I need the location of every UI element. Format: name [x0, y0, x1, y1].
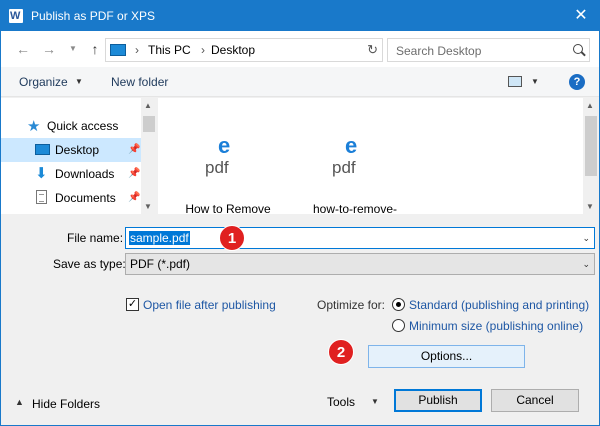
sidebar-item-label: Downloads	[55, 167, 115, 181]
scrollbar-thumb[interactable]	[585, 116, 597, 176]
refresh-icon[interactable]: ↻	[367, 42, 378, 58]
new-folder-button[interactable]: New folder	[111, 75, 168, 89]
file-name-value[interactable]: sample.pdf	[129, 231, 190, 245]
publish-dialog: W Publish as PDF or XPS ✕ ← → ▼ ↑ › This…	[0, 0, 600, 426]
annotation-badge-2: 2	[328, 339, 354, 365]
documents-icon	[36, 190, 47, 204]
word-app-icon: W	[9, 9, 23, 23]
sidebar-item-label: Quick access	[47, 119, 119, 133]
file-name-label: How to Remove	[185, 202, 271, 216]
file-list: e pdf How to Remove e pdf how-to-remove-…	[158, 98, 599, 217]
command-toolbar: Organize ▼ New folder ▼ ?	[1, 67, 599, 97]
star-icon: ★	[27, 118, 41, 135]
pdf-icon-text: pdf	[332, 158, 356, 177]
scroll-up-icon[interactable]: ▲	[586, 101, 594, 110]
download-icon: ⬇	[35, 165, 48, 182]
address-row: ← → ▼ ↑ › This PC › Desktop ▼ ↻ Search D…	[1, 31, 599, 67]
save-type-value: PDF (*.pdf)	[130, 257, 191, 271]
chevron-down-icon[interactable]: ▼	[531, 77, 539, 86]
annotation-badge-1: 1	[219, 225, 245, 251]
desktop-icon	[35, 144, 50, 155]
sidebar-item-documents[interactable]: Documents 📌	[1, 186, 141, 210]
search-icon	[573, 44, 583, 54]
breadcrumb-desktop[interactable]: Desktop	[211, 43, 255, 57]
pdf-file-icon: e pdf	[205, 134, 243, 182]
scroll-up-icon[interactable]: ▲	[144, 101, 152, 110]
navigation-pane: ★ Quick access Desktop 📌 ⬇ Downloads 📌 D…	[1, 98, 157, 214]
sidebar-item-downloads[interactable]: ⬇ Downloads 📌	[1, 162, 141, 186]
back-arrow-icon[interactable]: ←	[15, 40, 31, 58]
title-bar: W Publish as PDF or XPS ✕	[1, 1, 599, 31]
sidebar-item-desktop[interactable]: Desktop 📌	[1, 138, 141, 162]
forward-arrow-icon[interactable]: →	[41, 40, 57, 58]
pin-icon: 📌	[128, 192, 141, 203]
options-button[interactable]: Options...	[368, 345, 525, 368]
scroll-down-icon[interactable]: ▼	[586, 202, 594, 211]
chevron-down-icon[interactable]: ▼	[75, 77, 83, 86]
save-type-label: Save as type:	[53, 257, 126, 271]
breadcrumb-chevron-icon[interactable]: ›	[135, 43, 139, 57]
organize-menu[interactable]: Organize	[19, 75, 68, 89]
file-item[interactable]: e pdf how-to-remove-	[300, 98, 410, 217]
close-button[interactable]: ✕	[563, 1, 599, 31]
search-input[interactable]: Search Desktop	[387, 38, 590, 62]
publish-button[interactable]: Publish	[394, 389, 482, 412]
optimize-minimum-radio[interactable]	[392, 319, 405, 332]
window-title: Publish as PDF or XPS	[31, 9, 156, 23]
view-options-icon[interactable]	[508, 76, 522, 87]
recent-locations-chevron-icon[interactable]: ▼	[65, 40, 81, 58]
navigation-scrollbar[interactable]: ▲ ▼	[141, 98, 157, 214]
sidebar-item-label: Desktop	[55, 143, 100, 157]
breadcrumb-this-pc[interactable]: This PC	[148, 43, 191, 57]
optimize-standard-label[interactable]: Standard (publishing and printing)	[409, 298, 589, 312]
open-after-checkbox[interactable]: ✓	[126, 298, 139, 311]
optimize-standard-radio[interactable]	[392, 298, 405, 311]
optimize-label: Optimize for:	[317, 298, 386, 312]
file-name-label: File name:	[67, 231, 124, 245]
chevron-down-icon[interactable]: ⌄	[582, 233, 590, 244]
sidebar-item-quick-access[interactable]: ★ Quick access	[1, 114, 141, 138]
address-bar[interactable]: › This PC › Desktop ▼ ↻	[105, 38, 456, 62]
open-after-label[interactable]: Open file after publishing	[143, 298, 276, 312]
file-name-field[interactable]: sample.pdf ⌄	[125, 227, 595, 249]
sidebar-item-label: Documents	[55, 191, 116, 205]
breadcrumb-chevron-icon[interactable]: ›	[201, 43, 205, 57]
tools-menu[interactable]: Tools	[327, 395, 355, 409]
scrollbar-thumb[interactable]	[143, 116, 155, 132]
this-pc-icon	[110, 44, 126, 56]
hide-folders-label: Hide Folders	[32, 397, 101, 411]
file-list-scrollbar[interactable]: ▲ ▼	[583, 98, 599, 214]
up-arrow-icon[interactable]: ↑	[87, 40, 103, 58]
help-icon[interactable]: ?	[569, 74, 585, 90]
chevron-down-icon[interactable]: ▼	[371, 397, 379, 406]
word-icon-letter: W	[10, 10, 21, 22]
chevron-down-icon[interactable]: ⌄	[582, 259, 590, 270]
file-item[interactable]: e pdf How to Remove	[173, 98, 283, 217]
file-name-label: how-to-remove-	[312, 202, 398, 216]
optimize-minimum-label[interactable]: Minimum size (publishing online)	[409, 319, 583, 333]
pin-icon: 📌	[128, 168, 141, 179]
edge-logo-letter: e	[218, 133, 231, 158]
pdf-icon-text: pdf	[205, 158, 229, 177]
search-placeholder: Search Desktop	[396, 44, 482, 58]
edge-logo-letter: e	[345, 133, 358, 158]
pin-icon: 📌	[128, 144, 141, 155]
pdf-file-icon: e pdf	[332, 134, 370, 182]
scroll-down-icon[interactable]: ▼	[144, 202, 152, 211]
chevron-up-icon: ▲	[15, 397, 24, 407]
cancel-button[interactable]: Cancel	[491, 389, 579, 412]
save-type-select[interactable]: PDF (*.pdf) ⌄	[125, 253, 595, 275]
